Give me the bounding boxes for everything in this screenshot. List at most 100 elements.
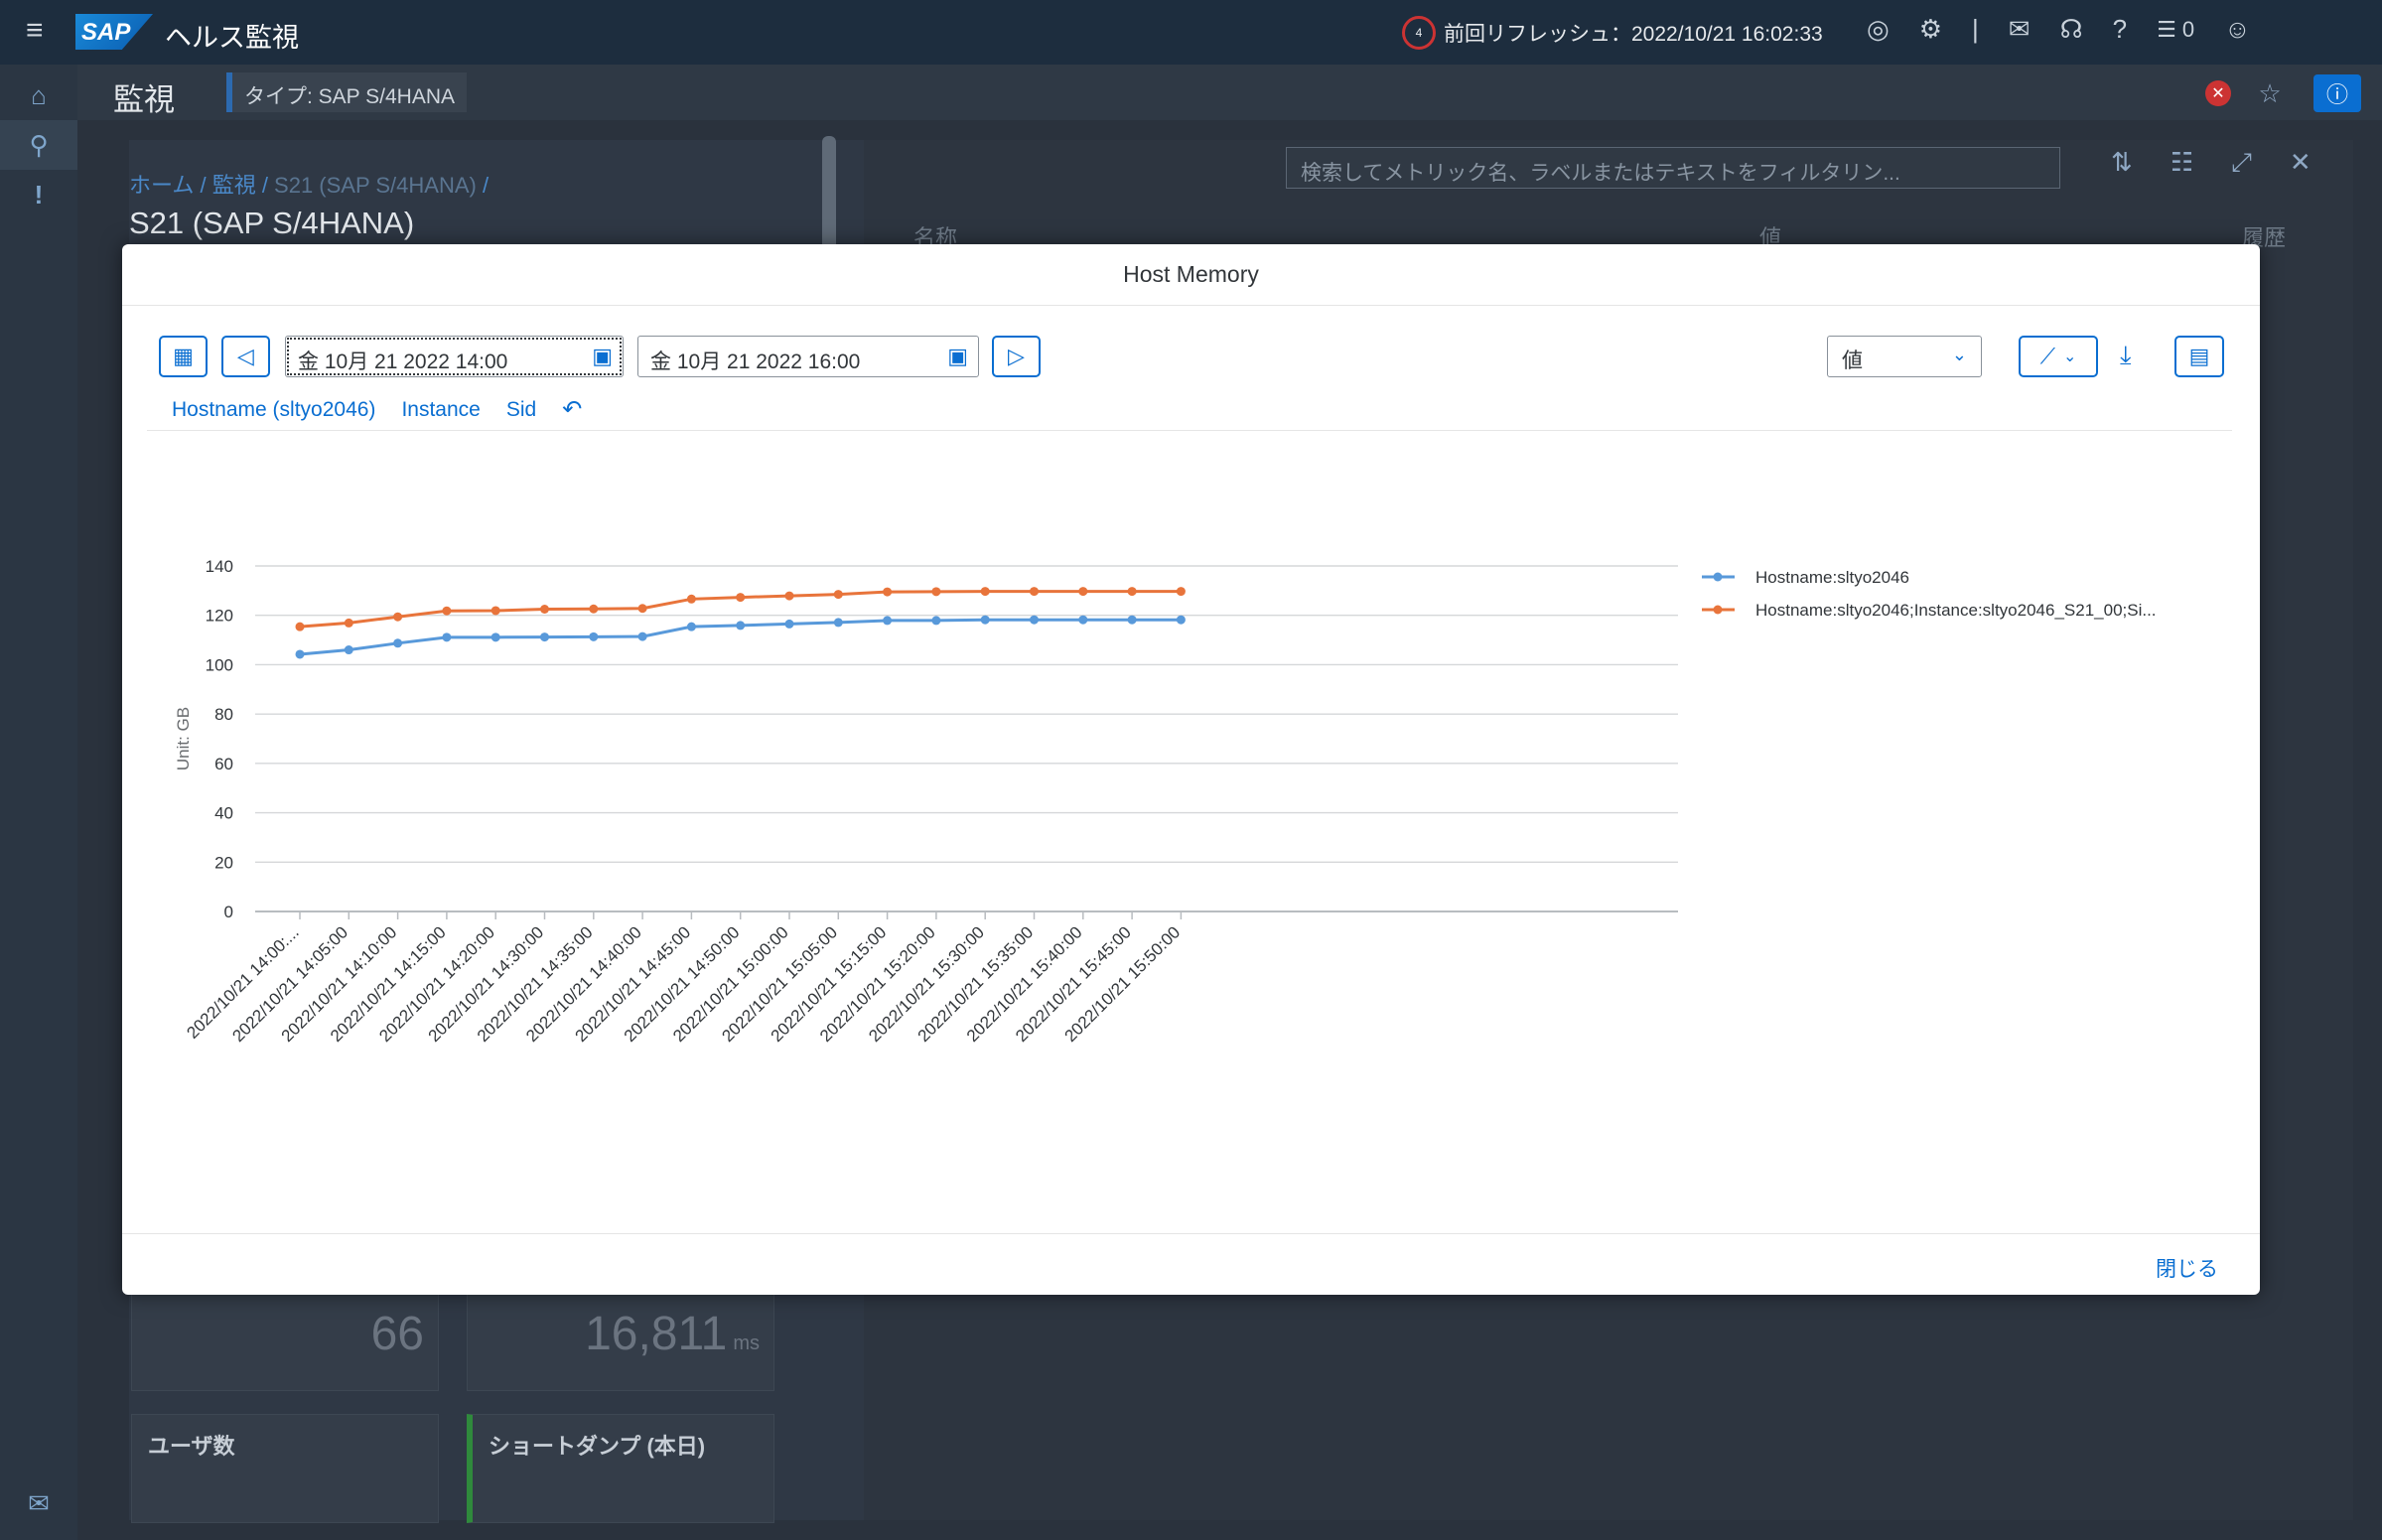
chevron-down-icon: ⌄ — [1951, 345, 1967, 364]
download-icon[interactable]: ⤓ — [2120, 340, 2132, 371]
breadcrumb-home[interactable]: ホーム — [129, 173, 194, 198]
data-point — [442, 632, 452, 642]
dialog-title: Host Memory — [122, 244, 2260, 306]
datetime-picker-icon[interactable]: ▣ — [592, 344, 613, 369]
feedback-icon[interactable]: ✉ — [2009, 14, 2031, 45]
data-point — [833, 590, 843, 600]
filter-hostname[interactable]: Hostname (sltyo2046) — [172, 398, 375, 422]
y-tick-label: 20 — [214, 853, 233, 872]
metric-tile[interactable]: 66 — [131, 1292, 439, 1391]
alerts-icon[interactable]: ! — [0, 170, 77, 219]
previous-range-button[interactable]: ◁ — [221, 336, 270, 377]
notifications-icon: ☰ — [2157, 16, 2176, 42]
chart-type-button[interactable]: ⟋ ⌄ — [2019, 336, 2098, 377]
end-datetime-field[interactable]: 金 10月 21 2022 16:00 ▣ — [637, 336, 979, 377]
sort-icon[interactable]: ⇅ — [2111, 147, 2133, 179]
monitoring-icon[interactable]: ⚲ — [0, 120, 77, 170]
data-point — [295, 622, 305, 631]
data-point — [1030, 587, 1039, 597]
legend-swatch-dot — [1713, 572, 1723, 582]
panel-scrollbar[interactable] — [822, 136, 836, 255]
filter-sid[interactable]: Sid — [506, 398, 536, 422]
data-point — [1127, 615, 1137, 625]
target-icon[interactable]: ◎ — [1867, 14, 1890, 45]
last-refresh-text: 前回リフレッシュ：2022/10/21 16:02:33 — [1444, 23, 1823, 46]
data-point — [1176, 615, 1186, 625]
data-point — [344, 645, 353, 655]
start-datetime-field[interactable]: 金 10月 21 2022 14:00 ▣ — [285, 336, 624, 377]
legend: Hostname:sltyo2046 Hostname:sltyo2046;Ins… — [1702, 568, 2157, 620]
data-point — [833, 618, 843, 628]
breadcrumb: ホーム / 監視 / S21 (SAP S/4HANA) / — [129, 173, 490, 198]
y-tick-label: 80 — [214, 705, 233, 724]
grid-lines — [255, 565, 1678, 912]
fullscreen-icon[interactable]: ⤢ — [2231, 147, 2252, 179]
list-icon[interactable]: ☷ — [2171, 147, 2193, 179]
favorite-icon[interactable]: ☆ — [2251, 74, 2289, 112]
info-icon[interactable]: ⓘ — [2313, 74, 2361, 112]
tile-value: 66 — [370, 1308, 424, 1360]
support-icon[interactable]: ☊ — [2060, 14, 2083, 45]
type-filter-chip[interactable]: タイプ: SAP S/4HANA — [226, 72, 468, 112]
tile-label: ショートダンプ (本日) — [489, 1434, 706, 1459]
user-icon[interactable]: ☺ — [2224, 14, 2251, 45]
legend-swatch-dot — [1713, 605, 1723, 615]
value-select-label: 値 — [1842, 350, 1863, 372]
menu-icon[interactable]: ≡ — [26, 16, 56, 46]
next-range-button[interactable]: ▷ — [992, 336, 1041, 377]
shell-actions: ◎ ⚙ | ✉ ☊ ? ☰ 0 ☺ — [1867, 14, 2251, 45]
legend-label: Hostname:sltyo2046;Instance:sltyo2046_S2… — [1755, 601, 2157, 620]
metric-tile[interactable]: 16,811 ms — [467, 1292, 774, 1391]
error-icon[interactable]: ✕ — [2205, 80, 2231, 106]
metric-tile[interactable]: ユーザ数 — [131, 1414, 439, 1523]
data-point — [784, 619, 794, 629]
close-button[interactable]: 閉じる — [2156, 1253, 2218, 1283]
settings-icon[interactable]: ⚙ — [1919, 14, 1942, 45]
data-point — [686, 622, 696, 631]
close-icon[interactable]: ✕ — [2290, 147, 2312, 179]
last-refresh[interactable]: 4 前回リフレッシュ：2022/10/21 16:02:33 — [1402, 14, 1823, 52]
y-tick-label: 40 — [214, 804, 233, 823]
tile-value: 16,811 ms — [585, 1308, 760, 1360]
mail-icon[interactable]: ✉ — [0, 1478, 77, 1528]
data-point — [589, 604, 599, 614]
help-icon[interactable]: ? — [2113, 14, 2127, 45]
data-point — [1078, 615, 1088, 625]
metric-tile[interactable]: ショートダンプ (本日) — [467, 1414, 774, 1523]
dialog-footer: 閉じる — [122, 1233, 2260, 1295]
refresh-icon[interactable]: 4 — [1402, 16, 1436, 50]
data-point — [442, 606, 452, 616]
datetime-picker-icon[interactable]: ▣ — [947, 344, 968, 369]
notifications-button[interactable]: ☰ 0 — [2157, 17, 2194, 43]
y-tick-label: 60 — [214, 755, 233, 773]
metric-search-input[interactable]: 検索してメトリック名、ラベルまたはテキストをフィルタリン... — [1286, 147, 2060, 189]
reset-icon[interactable]: ↶ — [562, 395, 582, 424]
page-title: 監視 — [113, 82, 175, 117]
data-point — [1176, 587, 1186, 597]
x-tick-labels: 2022/10/21 14:00:...2022/10/21 14:05:002… — [183, 911, 1184, 1046]
filter-instance[interactable]: Instance — [401, 398, 480, 422]
calendar-icon: ▦ — [173, 344, 194, 368]
data-point — [393, 612, 403, 622]
host-memory-dialog: Host Memory ▦ ◁ 金 10月 21 2022 14:00 ▣ 金 … — [122, 244, 2260, 1295]
data-point — [736, 621, 746, 630]
tile-label: ユーザ数 — [148, 1434, 235, 1459]
start-datetime-value: 金 10月 21 2022 14:00 — [298, 350, 508, 373]
end-datetime-value: 金 10月 21 2022 16:00 — [650, 350, 861, 373]
y-tick-labels: 0 20 40 60 80 100 120 140 — [206, 557, 233, 921]
legend-label: Hostname:sltyo2046 — [1755, 568, 1909, 587]
calendar-button[interactable]: ▦ — [159, 336, 208, 377]
chart-toolbar: ▦ ◁ 金 10月 21 2022 14:00 ▣ 金 10月 21 2022 … — [159, 336, 2224, 379]
table-view-button[interactable]: ▤ — [2174, 336, 2224, 377]
data-point — [637, 604, 647, 614]
notifications-count: 0 — [2181, 16, 2195, 42]
shell-bar: ≡ SAP ヘルス監視 4 前回リフレッシュ：2022/10/21 16:02:… — [0, 0, 2382, 65]
home-icon[interactable]: ⌂ — [0, 70, 77, 120]
value-select[interactable]: 値 ⌄ — [1827, 336, 1982, 377]
breadcrumb-monitoring[interactable]: 監視 — [212, 173, 256, 198]
series-lines — [295, 587, 1186, 659]
data-point — [931, 616, 941, 626]
breadcrumb-system: S21 (SAP S/4HANA) — [274, 173, 477, 198]
data-point — [1030, 615, 1039, 625]
sap-logo[interactable]: SAP — [75, 14, 153, 50]
